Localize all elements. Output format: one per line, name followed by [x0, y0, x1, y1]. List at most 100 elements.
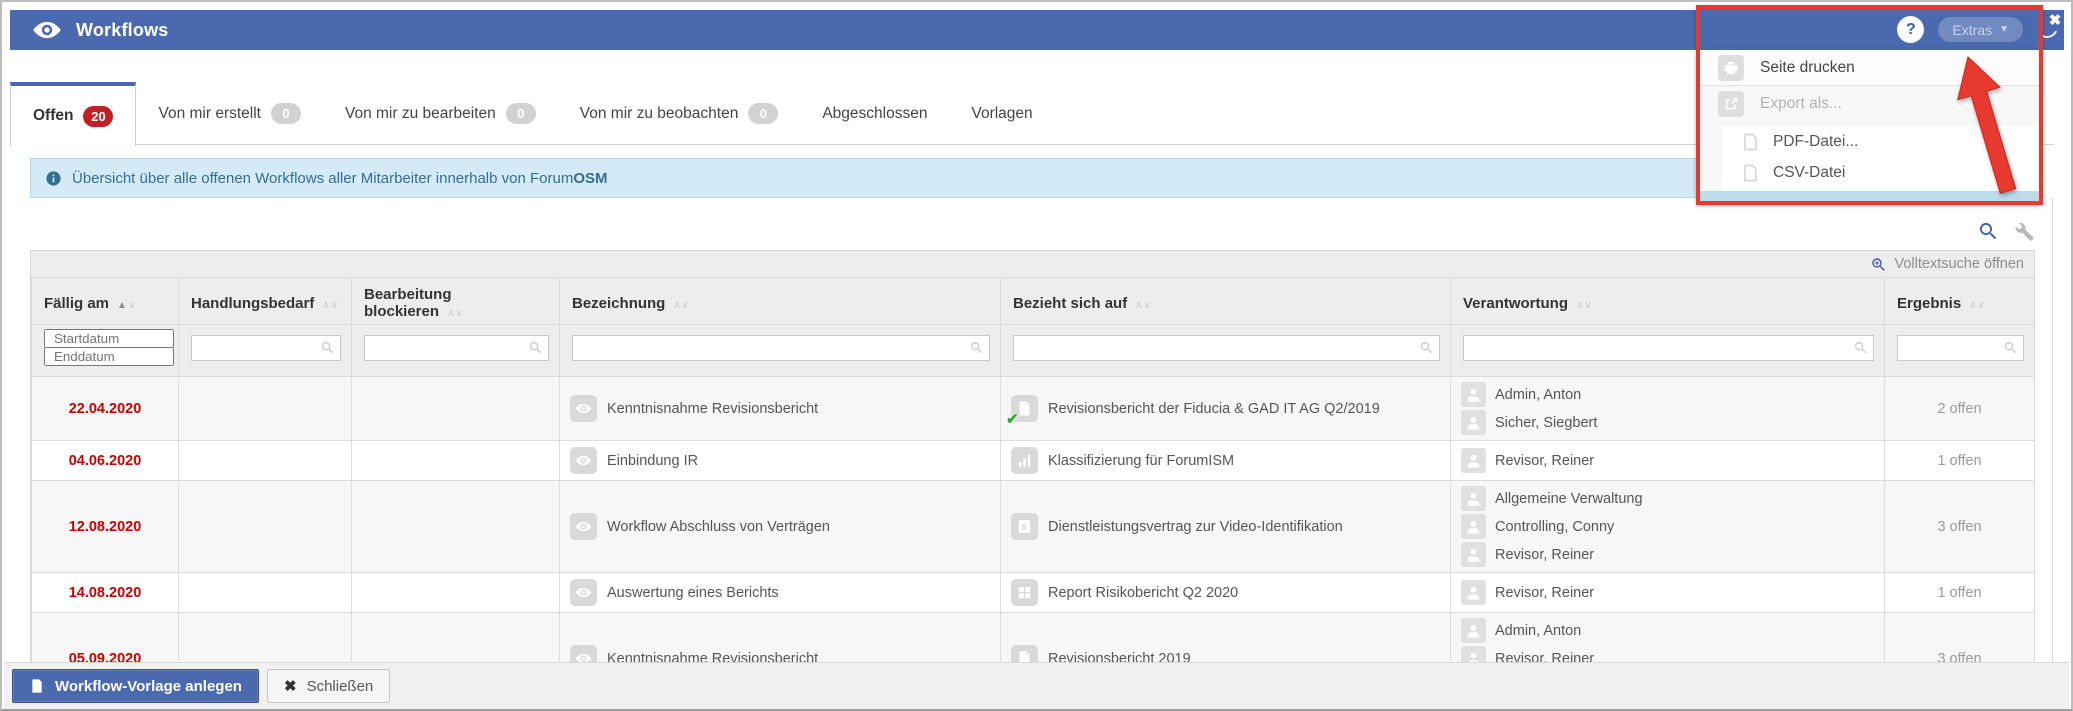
person-name: Revisor, Reiner [1495, 546, 1595, 563]
bezeichnung-cell: Kenntnisnahme Revisionsbericht [559, 612, 1001, 664]
tab-vorlagen[interactable]: Vorlagen [949, 82, 1054, 145]
bearbeitung-blockieren-cell [351, 572, 560, 613]
table-row[interactable]: 12.08.2020 Workflow Abschluss von Verträg… [31, 480, 2034, 573]
person-name: Controlling, Conny [1495, 518, 1615, 535]
person-entry: Revisor, Reiner [1461, 580, 1874, 605]
filter-end-date-input[interactable] [44, 347, 174, 366]
verantwortung-cell: Admin, AntonRevisor, ReinerSicher, Siegb… [1450, 612, 1885, 664]
person-icon [1461, 448, 1486, 473]
due-date-cell: 04.06.2020 [31, 440, 179, 481]
sort-arrows-icon: ∧∨ [1969, 299, 1986, 311]
sort-arrows-icon: ∧∨ [1135, 299, 1152, 311]
filter-start-date-input[interactable] [44, 329, 174, 348]
column-header-bearbeitung-blockieren[interactable]: Bearbeitung blockieren ∧∨ [351, 277, 560, 325]
person-name: Allgemeine Verwaltung [1495, 490, 1643, 507]
close-button[interactable]: ✖ Schließen [266, 669, 391, 703]
bearbeitung-blockieren-cell [351, 440, 560, 481]
filter-search-input[interactable] [1463, 334, 1874, 361]
bezieht-sich-auf-cell: Klassifizierung für ForumISM [1000, 440, 1451, 481]
report-icon [1011, 579, 1038, 606]
create-workflow-template-button[interactable]: Workflow-Vorlage anlegen [12, 669, 259, 703]
filter-cell [1884, 324, 2034, 377]
column-header-ergebnis[interactable]: Ergebnis ∧∨ [1884, 277, 2034, 325]
tab-von-mir-erstellt[interactable]: Von mir erstellt 0 [136, 82, 323, 145]
filter-search-input[interactable] [364, 334, 549, 361]
eye-icon [570, 447, 597, 474]
close-x-icon: ✖ [283, 678, 297, 695]
related-item-name: Dienstleistungsvertrag zur Video-Identif… [1048, 518, 1343, 535]
person-entry: Sicher, Siegbert [1461, 410, 1874, 435]
verantwortung-cell: Revisor, Reiner [1450, 440, 1885, 481]
workflow-name: Workflow Abschluss von Verträgen [607, 518, 830, 535]
person-icon [1461, 486, 1486, 511]
person-name: Admin, Anton [1495, 386, 1582, 403]
person-name: Revisor, Reiner [1495, 584, 1595, 601]
column-header-bezieht-sich-auf[interactable]: Bezieht sich auf ∧∨ [1000, 277, 1451, 325]
bearbeitung-blockieren-cell [351, 376, 560, 441]
bezieht-sich-auf-cell: ✔Revisionsbericht 2019 [1000, 612, 1451, 664]
person-icon [1461, 618, 1486, 643]
filter-search-input[interactable] [1013, 334, 1440, 361]
column-header-handlungsbedarf[interactable]: Handlungsbedarf ∧∨ [178, 277, 352, 325]
tab-label: Abgeschlossen [822, 104, 928, 122]
sort-arrows-icon: ∧∨ [1576, 299, 1593, 311]
column-label: Bezeichnung [572, 294, 666, 312]
filter-cell [351, 324, 560, 377]
tab-von-mir-zu-bearbeiten[interactable]: Von mir zu bearbeiten 0 [323, 82, 558, 145]
column-header-bezeichnung[interactable]: Bezeichnung ∧∨ [559, 277, 1001, 325]
green-check-icon: ✔ [1006, 411, 1019, 428]
column-label: Verantwortung [1463, 294, 1569, 312]
table-row[interactable]: 22.04.2020 Kenntnisnahme Revisionsbericht… [31, 376, 2034, 441]
tab-label: Von mir zu bearbeiten [344, 104, 496, 122]
table-row[interactable]: 05.09.2020 Kenntnisnahme Revisionsbericht… [31, 612, 2034, 664]
ergebnis-cell: 3 offen [1884, 480, 2034, 573]
ergebnis-cell: 1 offen [1884, 572, 2034, 613]
workflows-eye-icon [32, 15, 62, 45]
search-plus-icon [1870, 256, 1887, 273]
ergebnis-cell: 2 offen [1884, 376, 2034, 441]
annotation-red-box [1696, 5, 2043, 205]
tab-offen[interactable]: Offen 20 [10, 82, 137, 146]
filter-search-input[interactable] [1897, 334, 2024, 361]
column-header-fällig-am[interactable]: Fällig am ▲∨ [31, 277, 179, 325]
filter-search-input[interactable] [191, 334, 341, 361]
verantwortung-cell: Revisor, Reiner [1450, 572, 1885, 613]
tab-count-badge: 0 [270, 103, 301, 124]
table-row[interactable]: 14.08.2020 Auswertung eines Berichts Repor… [31, 572, 2034, 613]
fulltext-search-link[interactable]: Volltextsuche öffnen [31, 251, 2034, 277]
chart-icon [1011, 447, 1038, 474]
bezeichnung-cell: Kenntnisnahme Revisionsbericht [559, 376, 1001, 441]
ergebnis-cell: 1 offen [1884, 440, 2034, 481]
sort-arrows-icon: ∧∨ [322, 299, 339, 311]
filter-cell [1450, 324, 1885, 377]
filter-cell [559, 324, 1001, 377]
filter-search-input[interactable] [572, 334, 990, 361]
verantwortung-cell: Admin, Anton Sicher, Siegbert [1450, 376, 1885, 441]
handlungsbedarf-cell [178, 376, 352, 441]
tab-label: Von mir erstellt [158, 104, 261, 122]
sort-arrows-icon: ∧∨ [447, 308, 464, 319]
settings-wrench-icon[interactable] [2013, 220, 2035, 242]
column-header-verantwortung[interactable]: Verantwortung ∧∨ [1450, 277, 1885, 325]
due-date-cell: 05.09.2020 [31, 612, 179, 664]
table-toolbar [1977, 220, 2035, 242]
workflow-name: Kenntnisnahme Revisionsbericht [607, 400, 819, 417]
document-icon: ✔ [1006, 395, 1038, 428]
bezeichnung-cell: Einbindung IR [559, 440, 1001, 481]
bearbeitung-blockieren-cell [351, 480, 560, 573]
table-row[interactable]: 04.06.2020 Einbindung IR Klassifizierung f… [31, 440, 2034, 481]
related-item-name: Revisionsbericht der Fiducia & GAD IT AG… [1048, 400, 1380, 417]
eye-icon [570, 395, 597, 422]
search-icon[interactable] [1977, 220, 1999, 242]
bezieht-sich-auf-cell: Report Risikobericht Q2 2020 [1000, 572, 1451, 613]
filter-cell [31, 324, 179, 377]
page-icon [29, 678, 45, 694]
tab-label: Von mir zu beobachten [579, 104, 739, 122]
workflow-name: Einbindung IR [607, 452, 699, 469]
scroll-track[interactable] [2052, 198, 2053, 709]
tab-count-badge: 20 [83, 105, 114, 127]
close-icon[interactable]: ✖ [2042, 8, 2068, 34]
tab-von-mir-zu-beobachten[interactable]: Von mir zu beobachten 0 [558, 82, 801, 145]
tab-abgeschlossen[interactable]: Abgeschlossen [800, 82, 949, 145]
verantwortung-cell: Allgemeine Verwaltung Controlling, Conny R… [1450, 480, 1885, 573]
